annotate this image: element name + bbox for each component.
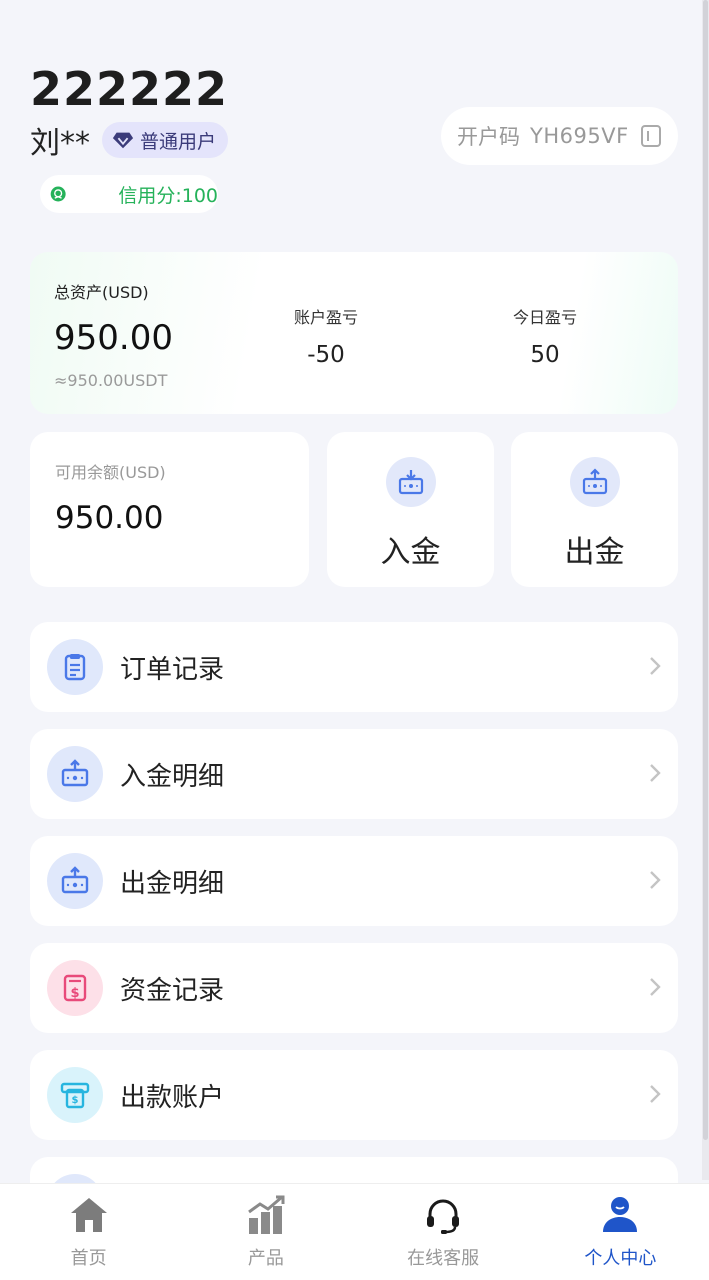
menu-icon-wrap bbox=[47, 639, 103, 695]
chart-icon bbox=[247, 1195, 285, 1234]
user-name-row: 刘** 普通用户 bbox=[30, 118, 229, 162]
chevron-right-icon bbox=[650, 978, 661, 996]
tab-personal-center[interactable]: 个人中心 bbox=[532, 1184, 709, 1280]
menu-item-label: 出金明细 bbox=[120, 868, 225, 899]
clipboard-icon bbox=[64, 654, 86, 681]
menu-icon-wrap: $ bbox=[47, 1067, 103, 1123]
today-pnl-label: 今日盈亏 bbox=[512, 308, 577, 327]
withdraw-box-icon bbox=[61, 866, 89, 894]
chevron-right-icon bbox=[650, 657, 661, 675]
tab-label: 在线客服 bbox=[407, 1248, 480, 1269]
account-pnl-value: -50 bbox=[307, 342, 345, 368]
page-scrollbar[interactable] bbox=[702, 0, 709, 1180]
menu-item-label: 订单记录 bbox=[120, 654, 225, 685]
today-pnl: 今日盈亏 50 bbox=[485, 304, 605, 368]
svg-text:$: $ bbox=[70, 986, 79, 1001]
total-assets-value: 950.00 bbox=[54, 318, 173, 358]
deposit-label: 入金 bbox=[380, 535, 441, 570]
headset-icon bbox=[427, 1199, 460, 1234]
chevron-right-icon bbox=[650, 871, 661, 889]
menu-item-withdraw-details[interactable]: 出金明细 bbox=[30, 836, 678, 926]
total-assets-usdt: ≈950.00USDT bbox=[54, 371, 168, 390]
menu-icon-wrap: $ bbox=[47, 960, 103, 1016]
menu-icon-wrap bbox=[47, 746, 103, 802]
tab-home[interactable]: 首页 bbox=[0, 1184, 177, 1280]
available-balance-label: 可用余额(USD) bbox=[55, 463, 166, 482]
tab-products[interactable]: 产品 bbox=[177, 1184, 354, 1280]
deposit-box-icon bbox=[61, 759, 89, 787]
bottom-tab-bar: 首页 产品 在线客服 个人中心 bbox=[0, 1183, 709, 1280]
chevron-right-icon bbox=[650, 764, 661, 782]
available-balance-value: 950.00 bbox=[55, 500, 164, 536]
menu-item-deposit-details[interactable]: 入金明细 bbox=[30, 729, 678, 819]
user-id: 222222 bbox=[30, 62, 229, 116]
deposit-icon bbox=[398, 470, 423, 495]
user-icon bbox=[603, 1197, 638, 1232]
menu-item-fund-records[interactable]: $ 资金记录 bbox=[30, 943, 678, 1033]
account-pnl: 账户盈亏 -50 bbox=[266, 304, 386, 368]
level-label: 普通用户 bbox=[140, 130, 217, 153]
deposit-button[interactable]: 入金 bbox=[327, 432, 494, 587]
diamond-icon bbox=[112, 132, 134, 149]
total-assets-label: 总资产(USD) bbox=[54, 283, 149, 302]
total-assets-card: 总资产(USD) 950.00 ≈950.00USDT 账户盈亏 -50 今日盈… bbox=[30, 252, 678, 414]
available-balance-card: 可用余额(USD) 950.00 bbox=[30, 432, 309, 587]
deposit-icon-wrap bbox=[385, 457, 436, 507]
svg-text:$: $ bbox=[72, 1095, 79, 1106]
money-record-icon: $ bbox=[63, 974, 87, 1002]
menu-item-label: 资金记录 bbox=[120, 975, 225, 1006]
copy-icon[interactable] bbox=[640, 124, 662, 148]
withdraw-label: 出金 bbox=[564, 535, 625, 570]
home-icon bbox=[70, 1198, 107, 1232]
withdraw-icon bbox=[582, 468, 607, 495]
user-name: 刘** bbox=[30, 126, 90, 161]
menu-item-label: 入金明细 bbox=[120, 761, 225, 792]
level-badge: 普通用户 bbox=[102, 122, 229, 158]
account-pnl-label: 账户盈亏 bbox=[293, 308, 358, 327]
tab-label: 首页 bbox=[70, 1248, 107, 1269]
tab-customer-service[interactable]: 在线客服 bbox=[355, 1184, 532, 1280]
withdraw-button[interactable]: 出金 bbox=[511, 432, 678, 587]
menu-item-label: 出款账户 bbox=[120, 1082, 225, 1113]
withdraw-icon-wrap bbox=[569, 457, 620, 507]
credit-shield-icon bbox=[50, 186, 66, 202]
credit-score-text: 信用分:100 bbox=[118, 184, 218, 207]
tab-label: 个人中心 bbox=[584, 1248, 657, 1269]
tab-label: 产品 bbox=[247, 1248, 284, 1269]
menu-item-order-records[interactable]: 订单记录 bbox=[30, 622, 678, 712]
menu-icon-wrap bbox=[47, 853, 103, 909]
today-pnl-value: 50 bbox=[530, 342, 560, 368]
credit-score-badge: 信用分:100 bbox=[40, 175, 218, 213]
invite-code-value: YH695VF bbox=[530, 124, 629, 148]
invite-code-label: 开户码 bbox=[457, 125, 520, 149]
atm-card-icon: $ bbox=[60, 1082, 90, 1109]
invite-code-pill[interactable]: 开户码 YH695VF bbox=[441, 107, 678, 165]
menu-item-payout-account[interactable]: $ 出款账户 bbox=[30, 1050, 678, 1140]
scrollbar-thumb[interactable] bbox=[703, 0, 708, 1140]
chevron-right-icon bbox=[650, 1085, 661, 1103]
